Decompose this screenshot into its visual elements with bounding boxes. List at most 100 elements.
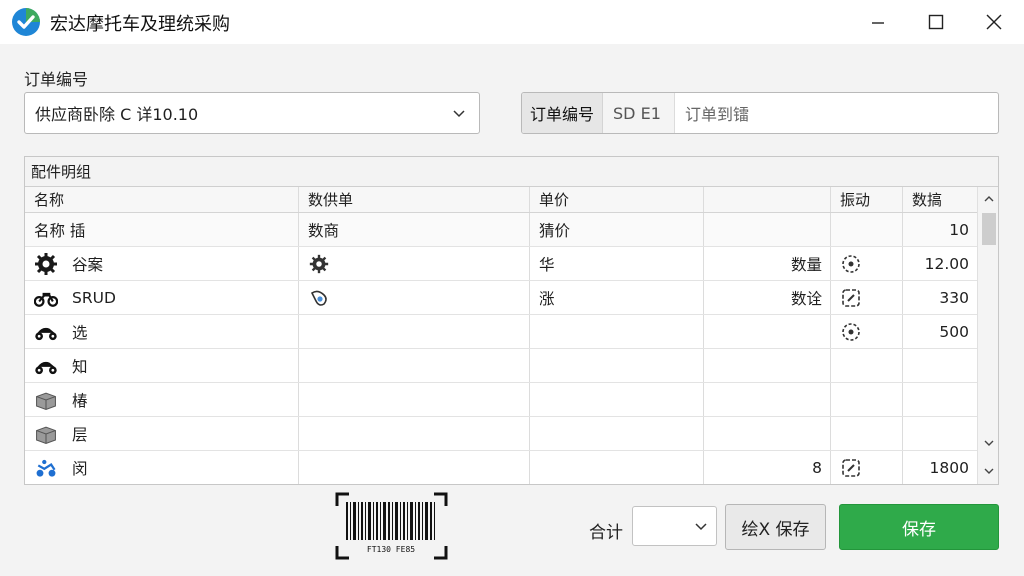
motorcycle-icon [35,327,57,340]
minimize-icon [872,22,884,24]
row-name: 谷案 [72,255,104,274]
row-supplier-cell [299,247,530,280]
row-supplier-cell [299,417,530,450]
column-header-amount[interactable]: 数搞 [903,187,977,212]
row-supplier-cell [299,349,530,382]
total-select[interactable] [632,506,717,546]
parts-icon [310,290,327,306]
close-icon [986,14,1002,30]
target-icon [842,254,860,273]
subheader-blank [704,213,831,246]
row-price [530,383,704,416]
row-name: SRUD [72,288,116,307]
barcode-text: FT130 FE85 [367,545,415,554]
scroll-down-icon[interactable] [983,437,995,449]
row-qty-label [704,315,831,348]
subheader-price: 猜价 [530,213,704,246]
row-qty-label: 8 [704,451,831,484]
subheader-supplier: 数商 [299,213,530,246]
table-row[interactable]: 知 [25,349,977,383]
row-amount [903,417,977,450]
row-supplier-cell [299,281,530,314]
motorcycle-icon [34,292,58,307]
table-row[interactable]: 层 [25,417,977,451]
table-row[interactable]: 闵 8 1800 [25,451,977,484]
row-qty-label: 数诠 [704,281,831,314]
maximize-icon [928,14,944,30]
row-name-cell: 层 [25,417,299,450]
row-amount: 330 [939,288,969,307]
row-status-cell [831,315,903,348]
box-icon [36,392,56,410]
row-amount [903,349,977,382]
close-button[interactable] [966,0,1022,44]
row-amount: 1800 [929,458,969,477]
row-supplier-cell [299,383,530,416]
row-supplier-cell [299,451,530,484]
order-number-label: 订单编号 [522,93,604,133]
row-name-cell: 椿 [25,383,299,416]
column-header-name[interactable]: 名称 [25,187,299,212]
row-name-cell: 谷案 [25,247,299,280]
checkmark-app-icon [12,8,40,36]
window-title: 宏达摩托车及理统采购 [50,14,230,35]
row-status-cell [831,349,903,382]
chevron-down-icon[interactable] [983,465,995,477]
row-amount [903,383,977,416]
row-amount: 500 [939,322,969,341]
rider-icon [36,459,56,477]
table-row[interactable]: 谷案 华 数量 12.00 [25,247,977,281]
gear-icon [35,252,57,275]
box-icon [36,426,56,444]
barcode-scan-icon[interactable]: FT130 FE85 [335,492,448,560]
row-name-cell: 选 [25,315,299,348]
scrollbar-thumb[interactable] [982,213,996,245]
draft-save-button[interactable]: 绘X 保存 [725,504,826,550]
table-row[interactable]: 椿 [25,383,977,417]
client-area: 订单编号 供应商卧除 C 详10.10 订单编号 SD E1 订单到镭 配件明组… [0,44,1024,576]
row-name-cell: 知 [25,349,299,382]
chevron-down-icon [453,110,465,118]
row-status-cell [831,383,903,416]
grid-subheader-row[interactable]: 名称 插 数商 猜价 10 [25,213,977,247]
order-number-code: SD E1 [603,93,676,133]
scroll-up-icon[interactable] [983,193,995,205]
order-number-field[interactable]: 订单编号 SD E1 订单到镭 [521,92,999,134]
subheader-status [831,213,903,246]
edit-icon [842,458,860,477]
subheader-name: 名称 插 [25,213,299,246]
row-status-cell [831,417,903,450]
grid-scrollbar[interactable] [977,187,998,484]
grid-header-row: 名称 数供单 单价 振动 数搞 [25,187,977,213]
row-name: 层 [72,425,88,444]
row-name-cell: 闵 [25,451,299,484]
supplier-select-value: 供应商卧除 C 详10.10 [35,105,199,124]
column-header-blank[interactable] [704,187,831,212]
row-name-cell: SRUD [25,281,299,314]
column-header-status[interactable]: 振动 [831,187,903,212]
column-header-supplier[interactable]: 数供单 [299,187,530,212]
minimize-button[interactable] [850,0,906,44]
edit-icon [842,288,860,307]
total-label: 合计 [589,523,623,543]
maximize-button[interactable] [908,0,964,44]
row-status-cell [831,281,903,314]
table-row[interactable]: SRUD 涨 数诠 330 [25,281,977,315]
column-header-price[interactable]: 单价 [530,187,704,212]
save-button[interactable]: 保存 [839,504,999,550]
row-qty-label [704,349,831,382]
order-label: 订单编号 [24,70,89,89]
row-name: 椿 [72,391,88,410]
subheader-amount: 10 [949,220,969,239]
order-status-text: 订单到镭 [685,105,750,124]
table-row[interactable]: 选 500 [25,315,977,349]
row-price [530,315,704,348]
row-supplier-cell [299,315,530,348]
row-amount: 12.00 [924,254,969,273]
chevron-down-icon [695,523,707,531]
row-name: 知 [72,357,88,376]
supplier-select[interactable]: 供应商卧除 C 详10.10 [24,92,480,134]
target-icon [842,322,860,341]
row-qty-label [704,417,831,450]
gear-icon [309,254,329,273]
